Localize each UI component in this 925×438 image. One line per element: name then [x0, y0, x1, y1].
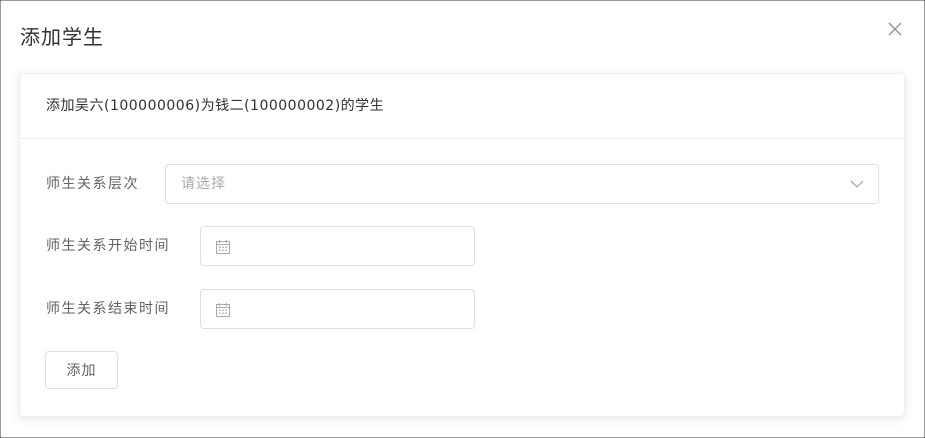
- level-select[interactable]: 请选择: [165, 164, 879, 204]
- start-time-picker[interactable]: [200, 226, 475, 266]
- dialog-title: 添加学生: [20, 25, 104, 49]
- add-student-dialog: 添加学生 添加吴六(100000006)为钱二(100000002)的学生 师生…: [0, 0, 925, 438]
- add-button[interactable]: 添加: [45, 351, 118, 389]
- chevron-down-icon: [850, 180, 864, 188]
- close-icon[interactable]: [886, 20, 904, 38]
- start-time-label: 师生关系开始时间: [46, 238, 170, 254]
- card-header-text: 添加吴六(100000006)为钱二(100000002)的学生: [46, 98, 385, 114]
- card-header: 添加吴六(100000006)为钱二(100000002)的学生: [20, 74, 904, 139]
- calendar-icon: [216, 240, 230, 254]
- end-time-label: 师生关系结束时间: [46, 301, 170, 317]
- level-select-placeholder: 请选择: [181, 176, 226, 192]
- calendar-icon: [216, 303, 230, 317]
- end-time-picker[interactable]: [200, 289, 475, 329]
- form-card: 添加吴六(100000006)为钱二(100000002)的学生 师生关系层次 …: [19, 73, 905, 417]
- level-label: 师生关系层次: [46, 176, 139, 192]
